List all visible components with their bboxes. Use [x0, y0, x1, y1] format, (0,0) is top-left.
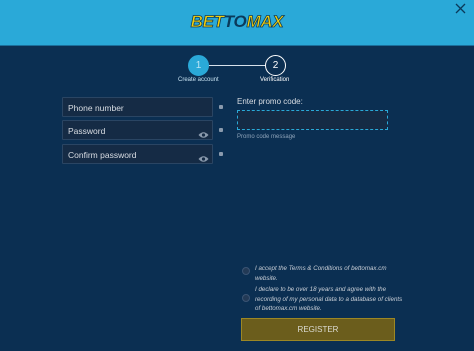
promo-code-label: Enter promo code: — [237, 97, 303, 106]
promo-code-input[interactable] — [238, 112, 387, 131]
age-consent-row: I declare to be over 18 years and agree … — [242, 285, 402, 315]
required-marker-icon: * — [219, 152, 223, 156]
registration-stepper: 1 Create account 2 Verification — [0, 55, 474, 87]
close-icon[interactable] — [455, 3, 466, 16]
promo-code-message: Promo code message — [237, 134, 296, 140]
promo-code-field[interactable] — [237, 110, 388, 131]
confirm-password-input[interactable] — [63, 146, 212, 164]
step-connector-line — [208, 65, 266, 66]
register-button[interactable]: REGISTER — [241, 318, 395, 341]
confirm-password-field[interactable] — [62, 144, 213, 164]
required-marker-icon: * — [219, 105, 223, 109]
step-2-label: Verification — [260, 77, 290, 83]
terms-checkbox-row: I accept the Terms & Conditions of betto… — [242, 264, 402, 284]
phone-number-input[interactable] — [63, 99, 212, 117]
step-1-indicator[interactable]: 1 — [188, 55, 209, 76]
password-field[interactable] — [62, 120, 213, 140]
eye-icon[interactable] — [198, 126, 209, 138]
terms-text: I accept the Terms & Conditions of betto… — [255, 265, 387, 282]
password-input[interactable] — [63, 122, 212, 140]
eye-icon[interactable] — [198, 150, 209, 162]
logo-part-to: TO — [223, 12, 247, 31]
age-consent-text: I declare to be over 18 years and agree … — [255, 286, 403, 312]
step-2-indicator[interactable]: 2 — [265, 55, 286, 76]
age-consent-checkbox[interactable] — [242, 294, 250, 302]
required-marker-icon: * — [219, 128, 223, 132]
logo-part-max: MAX — [246, 12, 284, 32]
phone-number-field[interactable] — [62, 97, 213, 117]
logo-part-bet: BET — [190, 12, 224, 32]
bettomax-logo: BETTOMAX — [0, 12, 474, 32]
terms-checkbox[interactable] — [242, 267, 250, 275]
header-bar: BETTOMAX — [0, 0, 474, 46]
step-1-label: Create account — [178, 77, 219, 83]
